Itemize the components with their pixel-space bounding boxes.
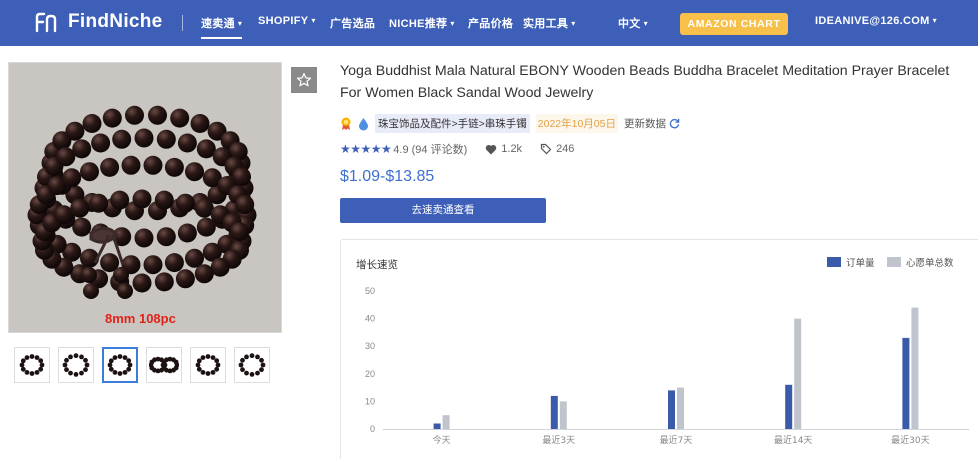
chart-title: 增长速览 bbox=[356, 259, 398, 271]
chevron-down-icon: ▾ bbox=[450, 19, 455, 28]
likes-stat: 1.2k bbox=[485, 143, 522, 155]
rating-stars: ★★★★★ bbox=[340, 142, 392, 156]
growth-bar-chart: 0 10 20 30 40 50 今天 最近3天 最近7天 最近14天 最近30天 bbox=[365, 286, 969, 446]
language-selector[interactable]: 中文 ▾ bbox=[618, 15, 648, 31]
product-thumbnail[interactable] bbox=[58, 347, 94, 383]
legend-label-wishlist: 心愿单总数 bbox=[906, 258, 954, 269]
legend-swatch-wishlist bbox=[887, 257, 901, 267]
bracelet-thumbnail-image bbox=[238, 353, 266, 377]
nav-item-0[interactable]: 速卖通 ▾ bbox=[201, 15, 243, 39]
product-thumbnail[interactable] bbox=[234, 347, 270, 383]
bar-orders[interactable] bbox=[433, 423, 441, 430]
chevron-down-icon: ▾ bbox=[311, 16, 316, 25]
bar-wishlist[interactable] bbox=[911, 307, 919, 429]
y-tick-label: 10 bbox=[365, 396, 375, 406]
product-meta-row: 珠宝饰品及配件>手链>串珠手镯 2022年10月05日 更新数据 bbox=[340, 114, 686, 133]
chevron-down-icon: ▾ bbox=[237, 19, 243, 28]
tag-icon bbox=[540, 143, 552, 155]
nav-item-4[interactable]: 产品价格 bbox=[468, 15, 513, 31]
listing-date: 2022年10月05日 bbox=[535, 114, 618, 133]
legend-swatch-orders bbox=[827, 257, 841, 267]
nav-item-label: 产品价格 bbox=[468, 18, 514, 30]
account-email: IDEANIVE@126.COM bbox=[815, 15, 930, 27]
chevron-down-icon: ▾ bbox=[932, 16, 937, 25]
product-main-image[interactable]: 8mm 108pc bbox=[8, 62, 282, 333]
star-outline-icon bbox=[296, 73, 312, 87]
bracelet-thumbnail-image bbox=[107, 354, 133, 376]
tags-stat: 246 bbox=[540, 143, 574, 155]
legend-label-orders: 订单量 bbox=[846, 258, 875, 269]
update-data-label: 更新数据 bbox=[623, 118, 666, 130]
y-tick-label: 20 bbox=[365, 369, 375, 379]
y-tick-label: 30 bbox=[365, 341, 375, 351]
bracelet-thumbnail-image bbox=[19, 354, 45, 376]
legend-item-orders[interactable]: 订单量 bbox=[827, 255, 875, 269]
bracelet-thumbnail-image bbox=[149, 356, 179, 374]
nav-item-label: NICHE推荐 bbox=[389, 18, 448, 30]
language-label: 中文 bbox=[618, 18, 641, 30]
x-tick-label: 最近7天 bbox=[660, 434, 693, 446]
chevron-down-icon: ▾ bbox=[571, 19, 576, 28]
account-menu[interactable]: IDEANIVE@126.COM ▾ bbox=[815, 15, 937, 27]
favorite-button[interactable] bbox=[291, 67, 317, 93]
top-nav: FindNiche 速卖通 ▾ SHOPIFY ▾ 广告选品 NICHE推荐 ▾ 产品价格 实用… bbox=[0, 0, 978, 46]
bracelet-thumbnail-image bbox=[62, 353, 90, 377]
refresh-icon bbox=[669, 118, 680, 129]
bar-orders[interactable] bbox=[902, 337, 910, 429]
brand-name: FindNiche bbox=[68, 11, 163, 32]
brand-logo[interactable]: FindNiche bbox=[34, 11, 163, 33]
bar-wishlist[interactable] bbox=[677, 387, 684, 429]
bead-bracelet-image bbox=[9, 63, 281, 332]
chevron-down-icon: ▾ bbox=[643, 19, 648, 28]
product-thumbnail[interactable] bbox=[14, 347, 50, 383]
nav-item-1[interactable]: SHOPIFY ▾ bbox=[258, 15, 316, 27]
likes-count: 1.2k bbox=[501, 143, 523, 155]
bar-wishlist[interactable] bbox=[559, 401, 567, 429]
water-drop-icon bbox=[359, 117, 368, 130]
nav-item-2[interactable]: 广告选品 bbox=[330, 15, 375, 31]
y-tick-label: 40 bbox=[365, 314, 375, 324]
nav-item-label: 速卖通 bbox=[201, 18, 235, 30]
category-breadcrumb[interactable]: 珠宝饰品及配件>手链>串珠手镯 bbox=[375, 114, 530, 133]
bar-orders[interactable] bbox=[550, 395, 558, 429]
nav-item-label: 广告选品 bbox=[330, 18, 376, 30]
nav-divider bbox=[182, 15, 183, 31]
product-stats-row: ★★★★★ 4.9 (94 评论数) 1.2k 246 bbox=[340, 141, 574, 157]
nav-item-5[interactable]: 实用工具 ▾ bbox=[523, 15, 576, 31]
tags-count: 246 bbox=[556, 143, 575, 155]
bar-orders[interactable] bbox=[785, 384, 793, 429]
y-tick-label: 50 bbox=[365, 286, 375, 296]
bar-orders[interactable] bbox=[668, 390, 675, 429]
x-tick-label: 最近3天 bbox=[542, 434, 575, 446]
award-badge-icon bbox=[341, 117, 351, 130]
price-range: $1.09-$13.85 bbox=[340, 168, 435, 185]
product-thumbnail[interactable] bbox=[146, 347, 182, 383]
product-title: Yoga Buddhist Mala Natural EBONY Wooden … bbox=[340, 63, 950, 101]
bar-wishlist[interactable] bbox=[794, 318, 802, 429]
x-tick-label: 最近14天 bbox=[774, 434, 812, 446]
x-tick-label: 今天 bbox=[433, 434, 451, 446]
x-tick-label: 最近30天 bbox=[891, 434, 929, 446]
nav-item-3[interactable]: NICHE推荐 ▾ bbox=[389, 15, 455, 31]
bar-wishlist[interactable] bbox=[442, 415, 450, 429]
nav-item-label: 实用工具 bbox=[523, 18, 569, 30]
nav-item-label: SHOPIFY bbox=[258, 15, 309, 27]
image-caption: 8mm 108pc bbox=[105, 311, 176, 326]
update-data-link[interactable]: 更新数据 bbox=[624, 116, 680, 131]
legend-item-wishlist[interactable]: 心愿单总数 bbox=[887, 255, 954, 269]
y-tick-label: 0 bbox=[370, 424, 375, 434]
heart-icon bbox=[486, 144, 497, 154]
view-on-aliexpress-button[interactable]: 去速卖通查看 bbox=[340, 198, 546, 223]
growth-chart-card: 0 10 20 30 40 50 今天 最近3天 最近7天 最近14天 最近30天 增长速览 订单量… bbox=[340, 239, 978, 459]
findniche-logo-icon bbox=[35, 12, 57, 33]
product-thumbnail[interactable] bbox=[190, 347, 226, 383]
thumbnail-strip bbox=[14, 347, 270, 383]
rating-text: 4.9 (94 评论数) bbox=[393, 144, 468, 156]
bracelet-thumbnail-image bbox=[195, 354, 221, 376]
amazon-chart-button[interactable]: AMAZON CHART bbox=[680, 13, 788, 35]
product-thumbnail[interactable] bbox=[102, 347, 138, 383]
